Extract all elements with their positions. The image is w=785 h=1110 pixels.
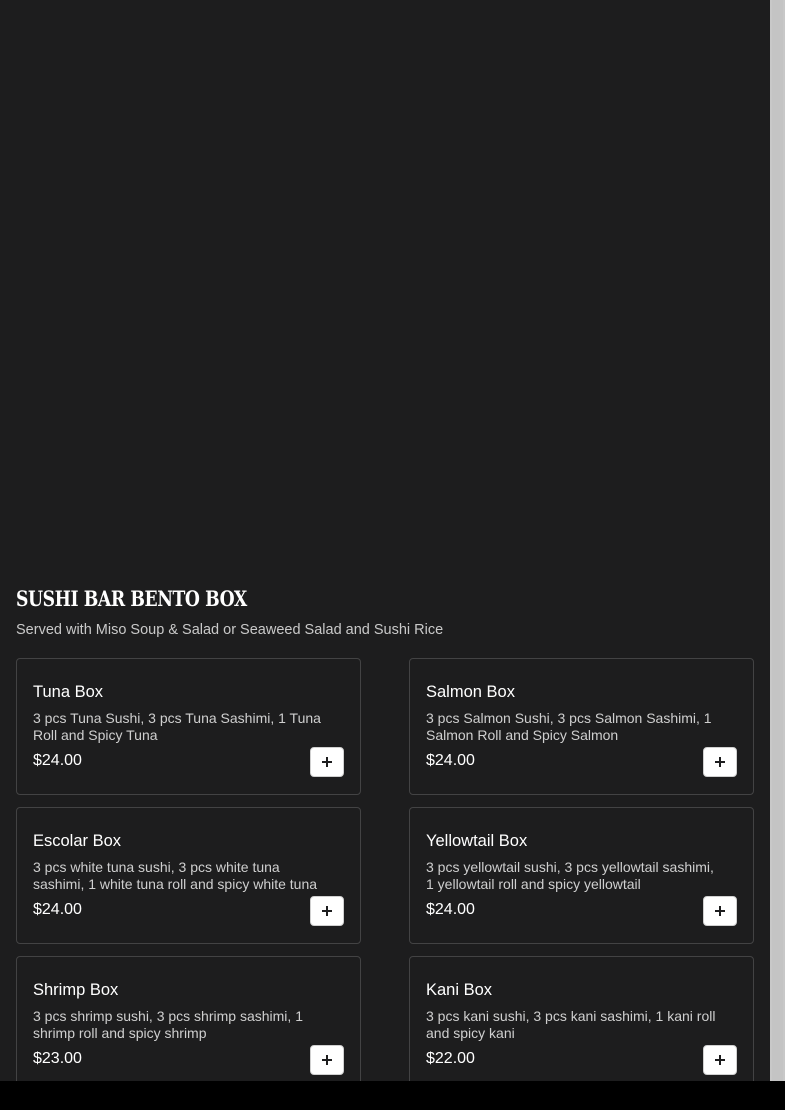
menu-item-price: $24.00: [33, 752, 82, 769]
plus-icon: [322, 1055, 332, 1065]
scrollbar-thumb[interactable]: [772, 0, 783, 1081]
menu-item-card[interactable]: Salmon Box 3 pcs Salmon Sushi, 3 pcs Sal…: [409, 658, 754, 795]
add-to-cart-button[interactable]: [703, 1045, 737, 1075]
menu-item-name: Shrimp Box: [33, 981, 119, 999]
add-to-cart-button[interactable]: [703, 896, 737, 926]
menu-item-card[interactable]: Yellowtail Box 3 pcs yellowtail sushi, 3…: [409, 807, 754, 944]
menu-item-card[interactable]: Tuna Box 3 pcs Tuna Sushi, 3 pcs Tuna Sa…: [16, 658, 361, 795]
menu-item-card[interactable]: Escolar Box 3 pcs white tuna sushi, 3 pc…: [16, 807, 361, 944]
plus-icon: [322, 757, 332, 767]
menu-item-price: $24.00: [33, 901, 82, 918]
menu-item-description: 3 pcs kani sushi, 3 pcs kani sashimi, 1 …: [426, 1008, 716, 1041]
menu-item-description: 3 pcs yellowtail sushi, 3 pcs yellowtail…: [426, 859, 714, 892]
vertical-scrollbar[interactable]: [770, 0, 785, 1081]
section-subtitle: Served with Miso Soup & Salad or Seaweed…: [16, 622, 444, 638]
menu-item-price: $24.00: [426, 752, 475, 769]
menu-item-description: 3 pcs shrimp sushi, 3 pcs shrimp sashimi…: [33, 1008, 303, 1041]
menu-item-price: $24.00: [426, 901, 475, 918]
section-title: Sushi Bar Bento Box: [16, 586, 247, 611]
menu-item-name: Kani Box: [426, 981, 493, 999]
add-to-cart-button[interactable]: [310, 1045, 344, 1075]
plus-icon: [715, 1055, 725, 1065]
menu-item-description: 3 pcs Tuna Sushi, 3 pcs Tuna Sashimi, 1 …: [33, 710, 321, 743]
plus-icon: [715, 906, 725, 916]
menu-item-name: Yellowtail Box: [426, 832, 528, 850]
menu-item-price: $23.00: [33, 1050, 82, 1067]
menu-item-name: Tuna Box: [33, 683, 104, 701]
add-to-cart-button[interactable]: [310, 747, 344, 777]
menu-item-description: 3 pcs Salmon Sushi, 3 pcs Salmon Sashimi…: [426, 710, 712, 743]
menu-page: Sushi Bar Bento Box Served with Miso Sou…: [0, 0, 770, 1081]
menu-item-price: $22.00: [426, 1050, 475, 1067]
menu-item-name: Escolar Box: [33, 832, 122, 850]
plus-icon: [322, 906, 332, 916]
menu-item-description: 3 pcs white tuna sushi, 3 pcs white tuna…: [33, 859, 318, 892]
menu-item-card[interactable]: Shrimp Box 3 pcs shrimp sushi, 3 pcs shr…: [16, 956, 361, 1081]
add-to-cart-button[interactable]: [310, 896, 344, 926]
menu-item-card[interactable]: Kani Box 3 pcs kani sushi, 3 pcs kani sa…: [409, 956, 754, 1081]
menu-item-name: Salmon Box: [426, 683, 515, 701]
plus-icon: [715, 757, 725, 767]
add-to-cart-button[interactable]: [703, 747, 737, 777]
